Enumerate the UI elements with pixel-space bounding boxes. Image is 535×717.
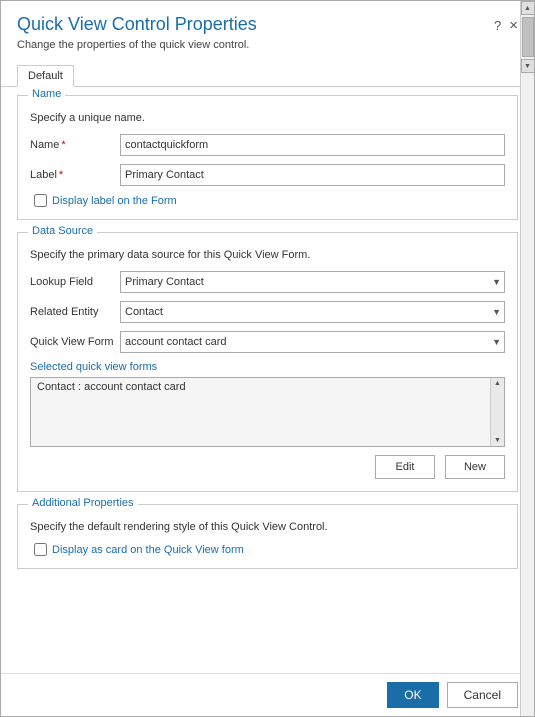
ok-button[interactable]: OK [387,682,438,708]
name-section-content: Specify a unique name. Name* Label* Disp… [18,96,517,219]
display-card-checkbox[interactable] [34,543,47,556]
dialog-title: Quick View Control Properties [17,13,494,36]
lookup-field-label: Lookup Field [30,276,120,288]
datasource-section-desc: Specify the primary data source for this… [30,249,505,261]
lookup-field-row: Lookup Field Primary Contact ▼ [30,271,505,293]
listbox-scroll-down-icon: ▼ [492,435,503,446]
close-icon[interactable]: × [509,17,518,34]
listbox-scrollbar[interactable]: ▲ ▼ [490,378,504,446]
display-card-label: Display as card on the Quick View form [52,544,244,556]
label-required-star: * [59,169,63,181]
dialog-header: Quick View Control Properties Change the… [1,1,534,57]
new-button[interactable]: New [445,455,505,479]
datasource-section-content: Specify the primary data source for this… [18,233,517,491]
datasource-section-legend: Data Source [28,225,97,237]
display-card-row: Display as card on the Quick View form [34,543,505,556]
name-section-desc: Specify a unique name. [30,112,505,124]
edit-new-buttons: Edit New [30,455,505,479]
listbox-scroll-up-icon: ▲ [492,378,503,389]
label-field-row: Label* [30,164,505,186]
related-entity-row: Related Entity Contact ▼ [30,301,505,323]
related-entity-label: Related Entity [30,306,120,318]
dialog-footer: OK Cancel [1,673,534,716]
additional-section-desc: Specify the default rendering style of t… [30,521,505,533]
tab-bar: Default [1,57,534,86]
dialog-body: Name Specify a unique name. Name* Label* [1,86,534,673]
quick-view-form-label: Quick View Form [30,336,120,348]
label-field-label: Label* [30,169,120,181]
lookup-field-select-wrapper: Primary Contact ▼ [120,271,505,293]
quick-view-form-row: Quick View Form account contact card ▼ [30,331,505,353]
related-entity-select[interactable]: Contact [120,301,505,323]
display-label-text: Display label on the Form [52,195,177,207]
additional-section-content: Specify the default rendering style of t… [18,505,517,568]
datasource-section: Data Source Specify the primary data sou… [17,232,518,492]
selected-quick-view-label: Selected quick view forms [30,361,505,373]
name-section-legend: Name [28,88,65,100]
help-icon[interactable]: ? [494,18,501,33]
name-field-label: Name* [30,139,120,151]
display-label-row: Display label on the Form [34,194,505,207]
lookup-field-select[interactable]: Primary Contact [120,271,505,293]
cancel-button[interactable]: Cancel [447,682,518,708]
tab-default[interactable]: Default [17,65,74,87]
label-input[interactable] [120,164,505,186]
additional-section: Additional Properties Specify the defaul… [17,504,518,569]
dialog-subtitle: Change the properties of the quick view … [17,39,494,51]
scrollbar-thumb[interactable] [522,17,534,57]
listbox-item: Contact : account contact card [31,378,504,396]
quick-view-form-select[interactable]: account contact card [120,331,505,353]
edit-button[interactable]: Edit [375,455,435,479]
dialog-title-area: Quick View Control Properties Change the… [17,13,494,51]
display-label-checkbox[interactable] [34,194,47,207]
scrollbar-down-btn[interactable]: ▼ [521,59,535,73]
name-field-row: Name* [30,134,505,156]
dialog-controls: ? × [494,17,518,34]
quick-view-form-select-wrapper: account contact card ▼ [120,331,505,353]
related-entity-select-wrapper: Contact ▼ [120,301,505,323]
name-required-star: * [61,139,65,151]
name-section: Name Specify a unique name. Name* Label* [17,95,518,220]
name-input[interactable] [120,134,505,156]
selected-forms-listbox[interactable]: Contact : account contact card ▲ ▼ [30,377,505,447]
dialog-container: Quick View Control Properties Change the… [0,0,535,717]
additional-section-legend: Additional Properties [28,497,138,509]
scrollbar-up-btn[interactable]: ▲ [521,1,535,15]
outer-scrollbar[interactable]: ▲ ▼ [520,1,534,716]
